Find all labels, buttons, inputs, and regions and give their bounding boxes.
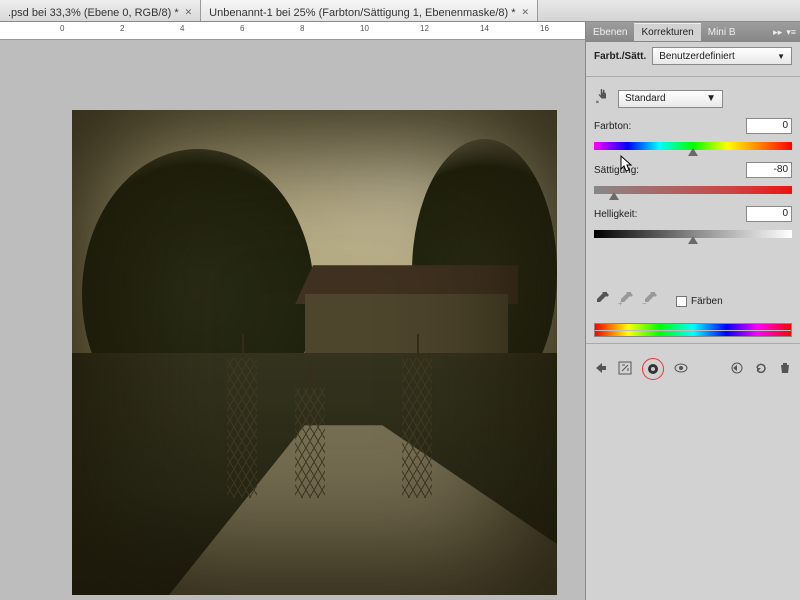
saturation-slider-block: Sättigung: -80 (586, 158, 800, 202)
clip-to-layer-button[interactable] (642, 358, 664, 380)
back-arrow-icon[interactable] (594, 361, 608, 378)
hue-value-input[interactable]: 0 (746, 118, 792, 134)
saturation-value-input[interactable]: -80 (746, 162, 792, 178)
tab-layers[interactable]: Ebenen (586, 24, 634, 41)
document-canvas[interactable] (72, 110, 557, 595)
panel-menu-icon[interactable]: ▾≡ (786, 27, 796, 38)
panel-collapse-icon[interactable]: ▸▸ (773, 27, 782, 38)
hue-slider[interactable] (594, 138, 792, 150)
canvas-area (0, 40, 585, 600)
tab-adjustments[interactable]: Korrekturen (634, 23, 700, 41)
lightness-slider[interactable] (594, 226, 792, 238)
eyedropper-minus-icon[interactable]: − (642, 292, 658, 311)
chevron-down-icon: ▼ (706, 93, 716, 104)
close-icon[interactable]: ✕ (185, 7, 193, 18)
svg-text:−: − (642, 299, 647, 308)
ruler-mark: 16 (540, 24, 549, 33)
saturation-slider[interactable] (594, 182, 792, 194)
image-content (72, 110, 557, 595)
document-tab-1[interactable]: Unbenannt-1 bei 25% (Farbton/Sättigung 1… (201, 0, 538, 21)
ruler-mark: 6 (240, 24, 244, 33)
slider-thumb[interactable] (688, 236, 698, 244)
targeted-adjustment-icon[interactable] (594, 88, 612, 109)
document-tab-0[interactable]: .psd bei 33,3% (Ebene 0, RGB/8) * ✕ (0, 0, 201, 21)
color-range-dropdown[interactable]: Standard ▼ (618, 90, 723, 108)
ruler-mark: 0 (60, 24, 64, 33)
saturation-label: Sättigung: (594, 165, 639, 176)
eyedropper-row: + − Färben (586, 286, 800, 317)
slider-thumb[interactable] (609, 192, 619, 200)
document-tab-label: .psd bei 33,3% (Ebene 0, RGB/8) * (8, 7, 179, 19)
colorize-label: Färben (691, 296, 723, 307)
trash-icon[interactable] (778, 361, 792, 378)
preset-dropdown[interactable]: Benutzerdefiniert ▼ (652, 47, 792, 65)
ruler-mark: 8 (300, 24, 304, 33)
ruler-mark: 2 (120, 24, 124, 33)
adjustments-panel: Ebenen Korrekturen Mini B ▸▸ ▾≡ Farbt./S… (585, 22, 800, 600)
range-value: Standard (625, 93, 666, 104)
slider-thumb[interactable] (688, 148, 698, 156)
document-tabs: .psd bei 33,3% (Ebene 0, RGB/8) * ✕ Unbe… (0, 0, 800, 22)
checkbox-icon (676, 296, 687, 307)
ruler-mark: 4 (180, 24, 184, 33)
eyedropper-plus-icon[interactable]: + (618, 292, 634, 311)
close-icon[interactable]: ✕ (522, 7, 530, 18)
hue-slider-block: Farbton: 0 (586, 114, 800, 158)
ruler-mark: 10 (360, 24, 369, 33)
panel-footer (586, 350, 800, 388)
lightness-slider-block: Helligkeit: 0 (586, 202, 800, 246)
reset-icon[interactable] (754, 361, 768, 378)
lightness-label: Helligkeit: (594, 209, 637, 220)
tab-mini-bridge[interactable]: Mini B (701, 24, 743, 41)
visibility-eye-icon[interactable] (674, 361, 688, 378)
eyedropper-icon[interactable] (594, 292, 610, 311)
color-spectrum (594, 323, 792, 337)
expand-view-icon[interactable] (618, 361, 632, 378)
svg-text:+: + (618, 299, 623, 308)
adjustment-title: Farbt./Sätt. (594, 51, 646, 62)
preset-value: Benutzerdefiniert (659, 51, 735, 62)
previous-state-icon[interactable] (730, 361, 744, 378)
document-tab-label: Unbenannt-1 bei 25% (Farbton/Sättigung 1… (209, 7, 515, 19)
panel-tab-bar: Ebenen Korrekturen Mini B ▸▸ ▾≡ (586, 22, 800, 42)
hue-label: Farbton: (594, 121, 631, 132)
ruler-mark: 12 (420, 24, 429, 33)
chevron-down-icon: ▼ (777, 52, 785, 61)
ruler-mark: 14 (480, 24, 489, 33)
lightness-value-input[interactable]: 0 (746, 206, 792, 222)
colorize-checkbox[interactable]: Färben (676, 296, 723, 307)
